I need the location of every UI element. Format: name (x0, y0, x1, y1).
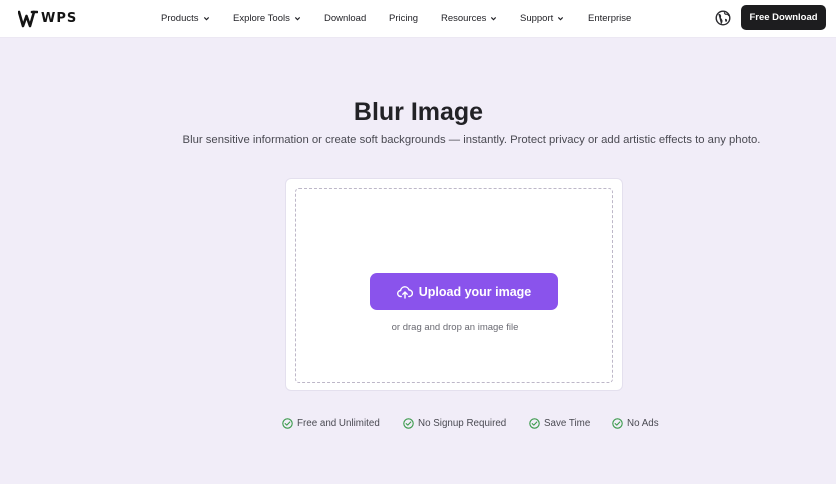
nav-item-label: Resources (441, 13, 487, 24)
feature-item: No Ads (612, 418, 659, 429)
page-title: Blur Image (353, 98, 484, 126)
feature-label: No Signup Required (418, 418, 507, 429)
chevron-down-icon (558, 17, 564, 21)
nav-item-pricing[interactable]: Pricing (389, 13, 418, 24)
feature-item: Free and Unlimited (282, 418, 380, 429)
nav-item-resources[interactable]: Resources (441, 13, 497, 24)
nav-item-label: Enterprise (588, 13, 632, 24)
chevron-down-icon (294, 17, 300, 21)
feature-list: Free and Unlimited No Signup Required Sa… (0, 418, 836, 432)
nav-item-label: Pricing (389, 13, 419, 24)
nav-item-support[interactable]: Support (520, 13, 564, 24)
check-circle-icon (529, 418, 540, 429)
feature-label: Save Time (544, 418, 591, 429)
wps-logo-icon (18, 10, 38, 28)
drop-zone[interactable]: Upload your image or drag and drop an im… (295, 188, 613, 383)
check-circle-icon (403, 418, 414, 429)
nav-item-download[interactable]: Download (324, 13, 366, 24)
nav-item-products[interactable]: Products (161, 13, 210, 24)
page-subtitle: Blur sensitive information or create sof… (182, 134, 761, 146)
check-circle-icon (282, 418, 293, 429)
nav-item-explore-tools[interactable]: Explore Tools (233, 13, 301, 24)
drag-drop-hint: or drag and drop an image file (391, 322, 519, 333)
nav-item-label: Explore Tools (233, 13, 290, 24)
feature-item: Save Time (529, 418, 590, 429)
cloud-upload-icon (396, 285, 413, 299)
nav-item-label: Download (324, 13, 367, 24)
feature-item: No Signup Required (403, 418, 506, 429)
upload-image-button[interactable]: Upload your image (370, 273, 558, 310)
nav-item-label: Products (161, 13, 199, 24)
globe-icon[interactable] (715, 10, 731, 26)
upload-card: Upload your image or drag and drop an im… (285, 178, 623, 391)
chevron-down-icon (491, 17, 497, 21)
nav-item-enterprise[interactable]: Enterprise (588, 13, 631, 24)
chevron-down-icon (203, 17, 209, 21)
free-download-button[interactable]: Free Download (741, 5, 826, 30)
feature-label: Free and Unlimited (297, 418, 380, 429)
logo-text: WPS (41, 11, 78, 26)
wps-logo[interactable]: WPS (18, 9, 77, 29)
upload-button-label: Upload your image (418, 284, 532, 299)
top-nav: WPS Products Explore Tools Download Pric… (0, 0, 836, 38)
nav-item-label: Support (520, 13, 554, 24)
feature-label: No Ads (627, 418, 659, 429)
check-circle-icon (612, 418, 623, 429)
